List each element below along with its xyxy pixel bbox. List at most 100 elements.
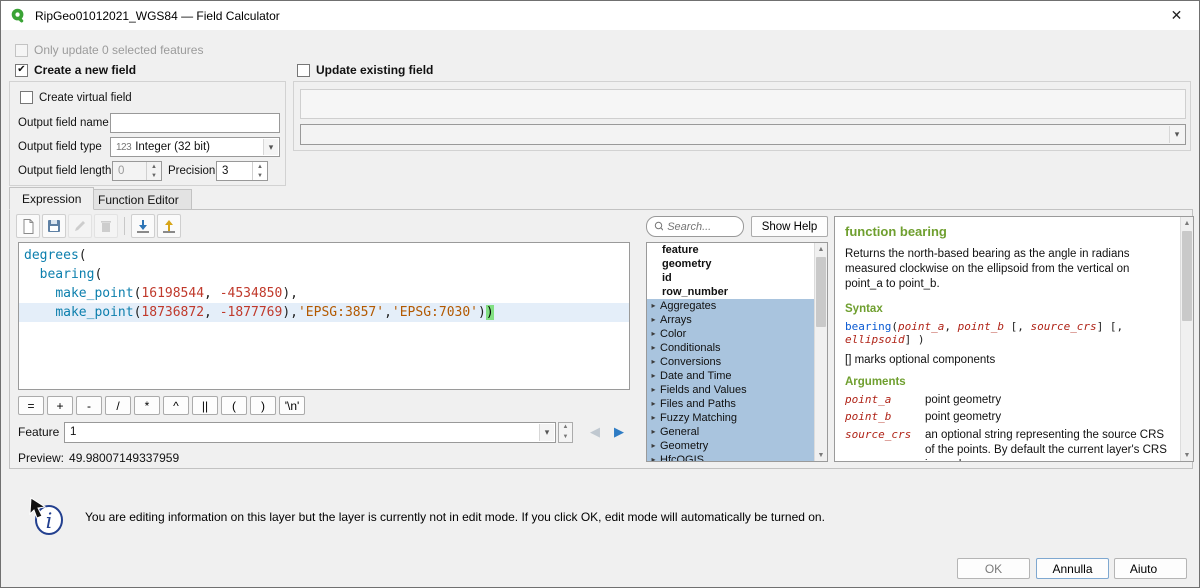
feature-label: Feature xyxy=(18,425,64,439)
tree-item-group[interactable]: ▸Fuzzy Matching xyxy=(647,411,827,425)
integer-type-icon: 123 xyxy=(116,142,131,153)
tab-function-editor-label: Function Editor xyxy=(98,193,179,207)
code-line[interactable]: make_point(16198544, -4534850), xyxy=(19,284,629,303)
expression-editor[interactable]: degrees( bearing( make_point(16198544, -… xyxy=(18,242,630,390)
operator-button[interactable]: * xyxy=(134,396,160,415)
operator-button[interactable]: || xyxy=(192,396,218,415)
chevron-right-icon: ▸ xyxy=(647,397,660,411)
chevron-right-icon: ▸ xyxy=(647,355,660,369)
checkbox-icon xyxy=(15,44,28,57)
close-button[interactable]: ✕ xyxy=(1154,1,1199,30)
chevron-right-icon: ▸ xyxy=(647,383,660,397)
new-field-groupbox: Create virtual field Output field name O… xyxy=(9,81,286,186)
operator-button[interactable]: - xyxy=(76,396,102,415)
help-button[interactable]: Aiuto xyxy=(1114,558,1187,579)
create-virtual-field-checkbox[interactable]: Create virtual field xyxy=(20,91,132,104)
ok-button[interactable]: OK xyxy=(957,558,1030,579)
field-calculator-dialog: RipGeo01012021_WGS84 — Field Calculator … xyxy=(0,0,1200,588)
create-new-field-checkbox[interactable]: Create a new field xyxy=(15,63,136,77)
tree-item-group[interactable]: ▸General xyxy=(647,425,827,439)
precision-label: Precision xyxy=(168,165,215,177)
chevron-down-icon: ▾ xyxy=(263,139,278,155)
previous-feature-button[interactable]: ◀ xyxy=(583,422,607,443)
operator-button[interactable]: + xyxy=(47,396,73,415)
tree-item-group[interactable]: ▸Color xyxy=(647,327,827,341)
argument-name: source_crs xyxy=(845,428,925,462)
tree-item-group[interactable]: ▸Files and Paths xyxy=(647,397,827,411)
chevron-down-icon: ▾ xyxy=(539,424,554,441)
tab-expression[interactable]: Expression xyxy=(9,187,94,210)
checkbox-icon xyxy=(20,91,33,104)
scrollbar-thumb[interactable] xyxy=(1182,231,1192,321)
function-search-input[interactable] xyxy=(667,221,736,233)
save-expression-button[interactable] xyxy=(42,214,66,238)
tree-group-label: Aggregates xyxy=(660,299,716,313)
precision-value: 3 xyxy=(217,162,252,180)
edit-expression-button[interactable] xyxy=(68,214,92,238)
scrollbar-thumb[interactable] xyxy=(816,257,826,327)
chevron-right-icon: ▸ xyxy=(647,327,660,341)
tree-group-label: General xyxy=(660,425,699,439)
tree-item-group[interactable]: ▸Aggregates xyxy=(647,299,827,313)
function-tree-scrollbar[interactable]: ▲ ▼ xyxy=(814,243,827,461)
tree-item-group[interactable]: ▸Conversions xyxy=(647,355,827,369)
tree-item-group[interactable]: ▸Geometry xyxy=(647,439,827,453)
output-field-type-combo[interactable]: 123 Integer (32 bit) ▾ xyxy=(110,137,280,157)
precision-spinbox[interactable]: 3 ▲▼ xyxy=(216,161,268,181)
code-line[interactable]: bearing( xyxy=(19,265,629,284)
feature-spinner[interactable]: ▲▼ xyxy=(558,422,573,443)
operator-button[interactable]: ) xyxy=(250,396,276,415)
titlebar[interactable]: RipGeo01012021_WGS84 — Field Calculator xyxy=(1,1,1199,30)
chevron-right-icon: ▸ xyxy=(647,313,660,327)
tree-group-label: Date and Time xyxy=(660,369,732,383)
new-expression-button[interactable] xyxy=(16,214,40,238)
next-feature-button[interactable]: ▶ xyxy=(607,422,631,443)
new-file-icon xyxy=(20,218,36,234)
checkbox-checked-icon xyxy=(15,64,28,77)
only-update-selected-checkbox[interactable]: Only update 0 selected features xyxy=(15,43,203,57)
scroll-down-icon[interactable]: ▼ xyxy=(815,449,827,461)
tab-function-editor[interactable]: Function Editor xyxy=(85,189,192,210)
arguments-heading: Arguments xyxy=(845,376,1169,388)
operator-button[interactable]: ( xyxy=(221,396,247,415)
code-line[interactable]: degrees( xyxy=(19,246,629,265)
pencil-icon xyxy=(72,218,88,234)
output-field-length-spinbox[interactable]: 0 ▲▼ xyxy=(112,161,162,181)
tree-item-group[interactable]: ▸HfcQGIS xyxy=(647,453,827,462)
create-new-field-label: Create a new field xyxy=(34,63,136,77)
output-field-name-input[interactable] xyxy=(110,113,280,133)
chevron-right-icon: ▸ xyxy=(647,425,660,439)
import-expression-button[interactable] xyxy=(131,214,155,238)
tree-item-group[interactable]: ▸Date and Time xyxy=(647,369,827,383)
delete-expression-button[interactable] xyxy=(94,214,118,238)
scroll-down-icon[interactable]: ▼ xyxy=(1181,449,1193,461)
export-expression-button[interactable] xyxy=(157,214,181,238)
show-help-button[interactable]: Show Help xyxy=(751,216,828,237)
operator-button[interactable]: '\n' xyxy=(279,396,305,415)
output-field-type-label: Output field type xyxy=(18,141,102,153)
help-scrollbar[interactable]: ▲ ▼ xyxy=(1180,217,1193,461)
existing-field-combo[interactable]: ▾ xyxy=(300,124,1186,145)
function-search-box[interactable] xyxy=(646,216,744,237)
tree-item-variable[interactable]: id xyxy=(647,271,827,285)
tree-item-group[interactable]: ▸Fields and Values xyxy=(647,383,827,397)
tree-item-group[interactable]: ▸Conditionals xyxy=(647,341,827,355)
cancel-button[interactable]: Annulla xyxy=(1036,558,1109,579)
operator-button[interactable]: ^ xyxy=(163,396,189,415)
argument-row: point_apoint geometry xyxy=(845,393,1169,408)
tree-group-label: Color xyxy=(660,327,686,341)
tree-item-variable[interactable]: row_number xyxy=(647,285,827,299)
code-line[interactable]: make_point(18736872, -1877769),'EPSG:385… xyxy=(19,303,629,322)
spin-arrows-icon[interactable]: ▲▼ xyxy=(146,162,161,180)
feature-combo[interactable]: 1 ▾ xyxy=(64,422,556,443)
operator-button[interactable]: = xyxy=(18,396,44,415)
tree-item-group[interactable]: ▸Arrays xyxy=(647,313,827,327)
update-existing-field-checkbox[interactable]: Update existing field xyxy=(297,63,433,77)
tree-item-variable[interactable]: feature xyxy=(647,243,827,257)
scroll-up-icon[interactable]: ▲ xyxy=(815,243,827,255)
tree-item-variable[interactable]: geometry xyxy=(647,257,827,271)
syntax-line: bearing(point_a, point_b [, source_crs] … xyxy=(845,320,1169,346)
spin-arrows-icon[interactable]: ▲▼ xyxy=(252,162,267,180)
scroll-up-icon[interactable]: ▲ xyxy=(1181,217,1193,229)
operator-button[interactable]: / xyxy=(105,396,131,415)
